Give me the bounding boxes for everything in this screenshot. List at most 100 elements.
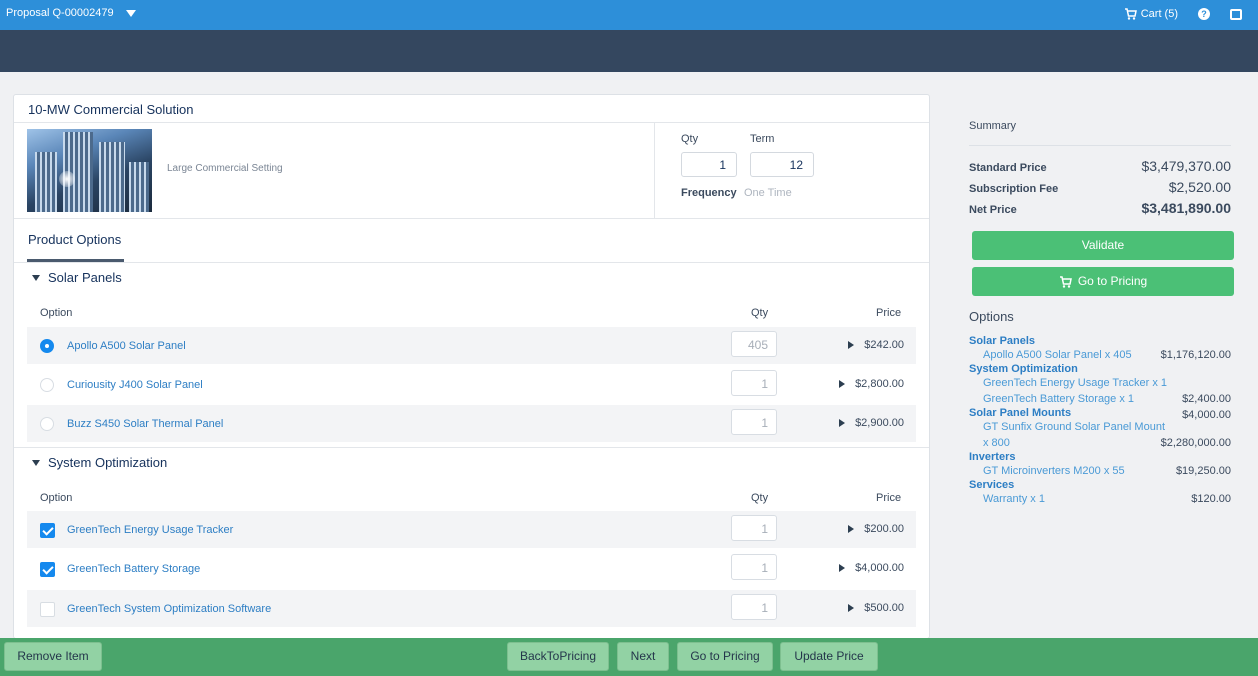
divider — [14, 447, 929, 448]
option-radio[interactable] — [40, 339, 54, 353]
option-checkbox[interactable] — [40, 602, 55, 617]
caret-down-icon[interactable] — [125, 9, 136, 17]
summary-item[interactable]: Apollo A500 Solar Panel x 405 — [983, 349, 1132, 361]
summary-item-value: $2,280,000.00 — [1160, 437, 1231, 449]
column-qty: Qty — [751, 307, 769, 319]
option-price: $242.00 — [864, 339, 904, 351]
summary-item[interactable]: Warranty x 1 — [983, 493, 1045, 505]
expand-icon[interactable] — [839, 419, 846, 427]
configuration-card: 10-MW Commercial Solution Large Commerci… — [13, 94, 930, 639]
term-label: Term — [750, 133, 775, 145]
expand-icon[interactable] — [848, 525, 855, 533]
column-qty: Qty — [751, 492, 769, 504]
proposal-switcher[interactable]: Proposal Q-00002479 — [6, 7, 136, 19]
option-checkbox[interactable] — [40, 523, 55, 538]
column-price: Price — [876, 492, 902, 504]
summary-item[interactable]: GT Sunfix Ground Solar Panel Mount — [983, 421, 1165, 433]
option-row[interactable]: GreenTech System Optimization Software 1… — [27, 590, 916, 627]
exit-icon[interactable] — [1230, 8, 1242, 20]
column-price: Price — [876, 307, 902, 319]
options-title: Options — [969, 309, 1014, 324]
summary-item-value: $120.00 — [1191, 493, 1231, 505]
option-row[interactable]: Apollo A500 Solar Panel 405 $242.00 — [27, 327, 916, 364]
back-to-pricing-button[interactable]: BackToPricing — [507, 642, 609, 671]
option-name[interactable]: GreenTech Battery Storage — [67, 563, 200, 575]
collapse-icon — [32, 459, 40, 466]
option-qty-input[interactable]: 1 — [731, 370, 777, 396]
expand-icon[interactable] — [839, 564, 846, 572]
group-system-optimization: System Optimization — [969, 363, 1078, 375]
option-row[interactable]: GreenTech Battery Storage 1 $4,000.00 — [27, 550, 916, 587]
frequency-label: Frequency — [681, 187, 737, 199]
option-price: $4,000.00 — [855, 562, 904, 574]
cart-icon — [1059, 275, 1072, 288]
summary-item[interactable]: GreenTech Energy Usage Tracker x 1 — [983, 377, 1167, 389]
summary-item-continued[interactable]: x 800 — [983, 437, 1010, 449]
frequency-value: One Time — [744, 187, 792, 199]
option-name[interactable]: Apollo A500 Solar Panel — [67, 340, 186, 352]
option-radio[interactable] — [40, 417, 54, 431]
footer-bar: Remove Item BackToPricing Next Go to Pri… — [0, 638, 1258, 676]
group-solar-panels: Solar Panels — [969, 335, 1036, 347]
option-qty-input[interactable]: 1 — [731, 554, 777, 580]
column-option: Option — [40, 492, 73, 504]
option-price: $2,800.00 — [855, 378, 904, 390]
option-name[interactable]: GreenTech Energy Usage Tracker — [67, 524, 233, 536]
option-qty-input[interactable]: 405 — [731, 331, 777, 357]
net-price-line: Net Price $3,481,890.00 — [969, 200, 1231, 216]
section-system-optimization[interactable]: System Optimization — [32, 455, 167, 470]
subscription-fee-label: Subscription Fee — [969, 183, 1059, 195]
section-solar-panels[interactable]: Solar Panels — [32, 270, 122, 285]
expand-icon[interactable] — [848, 341, 855, 349]
qty-label: Qty — [681, 133, 699, 145]
term-input[interactable]: 12 — [750, 152, 814, 177]
proposal-title: Proposal Q-00002479 — [6, 7, 114, 19]
question-circle-icon[interactable]: ? — [1198, 8, 1210, 20]
option-qty-input[interactable]: 1 — [731, 515, 777, 541]
expand-icon[interactable] — [839, 380, 846, 388]
option-name[interactable]: Buzz S450 Solar Thermal Panel — [67, 418, 223, 430]
option-row[interactable]: Curiousity J400 Solar Panel 1 $2,800.00 — [27, 366, 916, 403]
group-solar-panel-mounts: Solar Panel Mounts — [969, 407, 1072, 419]
option-price: $2,900.00 — [855, 417, 904, 429]
nav-band — [0, 30, 1258, 72]
option-radio[interactable] — [40, 378, 54, 392]
update-price-button[interactable]: Update Price — [780, 642, 878, 671]
summary-item-value: $1,176,120.00 — [1160, 349, 1231, 361]
summary-item-value: $19,250.00 — [1175, 465, 1231, 477]
validate-button[interactable]: Validate — [972, 231, 1234, 260]
tab-product-options[interactable]: Product Options — [28, 232, 121, 247]
option-row[interactable]: Buzz S450 Solar Thermal Panel 1 $2,900.0… — [27, 405, 916, 442]
summary-item[interactable]: GT Microinverters M200 x 55 — [983, 465, 1125, 477]
go-to-pricing-button[interactable]: Go to Pricing — [972, 267, 1234, 296]
subscription-fee-line: Subscription Fee $2,520.00 — [969, 179, 1231, 195]
option-name[interactable]: GreenTech System Optimization Software — [67, 603, 271, 615]
option-row[interactable]: GreenTech Energy Usage Tracker 1 $200.00 — [27, 511, 916, 548]
product-name: 10-MW Commercial Solution — [28, 102, 194, 117]
go-to-pricing-footer-button[interactable]: Go to Pricing — [677, 642, 773, 671]
cart-button[interactable]: Cart (5) — [1124, 8, 1178, 20]
standard-price-line: Standard Price $3,479,370.00 — [969, 158, 1231, 174]
divider — [969, 145, 1231, 146]
remove-item-button[interactable]: Remove Item — [4, 642, 102, 671]
expand-icon[interactable] — [848, 604, 855, 612]
standard-price-label: Standard Price — [969, 162, 1047, 174]
divider — [14, 122, 929, 123]
next-button[interactable]: Next — [617, 642, 669, 671]
go-to-pricing-label: Go to Pricing — [1077, 274, 1148, 288]
option-price: $200.00 — [864, 523, 904, 535]
validate-label: Validate — [1081, 238, 1125, 252]
standard-price-value: $3,479,370.00 — [1141, 158, 1231, 174]
divider — [14, 262, 929, 263]
product-qty-input[interactable]: 1 — [681, 152, 737, 177]
option-checkbox[interactable] — [40, 562, 55, 577]
section-title: System Optimization — [48, 455, 168, 470]
summary-item[interactable]: GreenTech Battery Storage x 1 — [983, 393, 1134, 405]
option-name[interactable]: Curiousity J400 Solar Panel — [67, 379, 203, 391]
product-setting: Large Commercial Setting — [167, 163, 283, 174]
net-price-value: $3,481,890.00 — [1141, 200, 1231, 216]
group-services: Services — [969, 479, 1015, 491]
product-image — [27, 129, 152, 212]
option-qty-input[interactable]: 1 — [731, 594, 777, 620]
option-qty-input[interactable]: 1 — [731, 409, 777, 435]
